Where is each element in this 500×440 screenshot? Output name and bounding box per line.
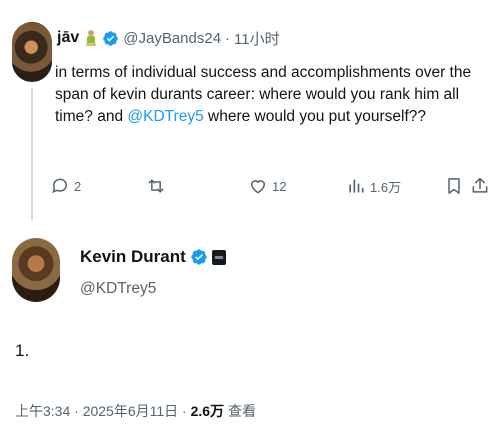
- retweet-icon: [148, 179, 164, 193]
- reply-author-handle[interactable]: @KDTrey5: [80, 280, 156, 298]
- header-separator: ·: [225, 29, 231, 47]
- tweet-text-part-2: where would you put yourself??: [203, 108, 427, 125]
- square-badge-icon: [211, 249, 226, 265]
- like-icon: [251, 180, 265, 194]
- mention-link[interactable]: @KDTrey5: [127, 108, 203, 125]
- reply-timestamp[interactable]: 上午3:34 · 2025年6月11日 ·: [15, 403, 191, 419]
- share-icon: [472, 177, 488, 193]
- author-display-name[interactable]: jāv: [57, 29, 79, 47]
- views-button[interactable]: 1.6万: [346, 176, 401, 196]
- reply-count: 2: [74, 178, 82, 194]
- person-emoji-icon: [84, 29, 98, 47]
- reply-tweet-header: Kevin Durant: [80, 246, 226, 268]
- avatar-jayb[interactable]: [12, 22, 52, 82]
- avatar-kevin-durant[interactable]: [12, 238, 60, 302]
- verified-badge-icon: [190, 248, 208, 266]
- reply-icon: [52, 178, 67, 194]
- reply-author-name[interactable]: Kevin Durant: [80, 247, 186, 267]
- thread-connector-line: [31, 88, 33, 220]
- reply-tweet-text: 1.: [15, 341, 30, 360]
- share-button[interactable]: [470, 176, 490, 196]
- views-count: 1.6万: [370, 179, 402, 195]
- reply-views-value: 2.6万: [190, 403, 225, 419]
- retweet-button[interactable]: [146, 176, 170, 196]
- bookmark-icon: [448, 178, 460, 194]
- tweet-action-bar: 2 12 1.6万: [50, 176, 490, 200]
- reply-tweet-meta: 上午3:34 · 2025年6月11日 · 2.6万 查看: [15, 401, 256, 421]
- like-button[interactable]: 12: [248, 176, 286, 196]
- original-tweet-text: in terms of individual success and accom…: [55, 62, 485, 128]
- original-tweet-header: jāv @JayBands24 · 11小时: [57, 27, 280, 49]
- author-handle[interactable]: @JayBands24: [123, 30, 221, 47]
- bookmark-button[interactable]: [444, 176, 464, 196]
- reply-views-label: 查看: [224, 403, 256, 419]
- like-count: 12: [272, 178, 287, 194]
- verified-badge-icon: [102, 30, 119, 47]
- views-icon: [349, 179, 364, 193]
- reply-button[interactable]: 2: [50, 176, 81, 196]
- tweet-time[interactable]: 11小时: [234, 28, 280, 49]
